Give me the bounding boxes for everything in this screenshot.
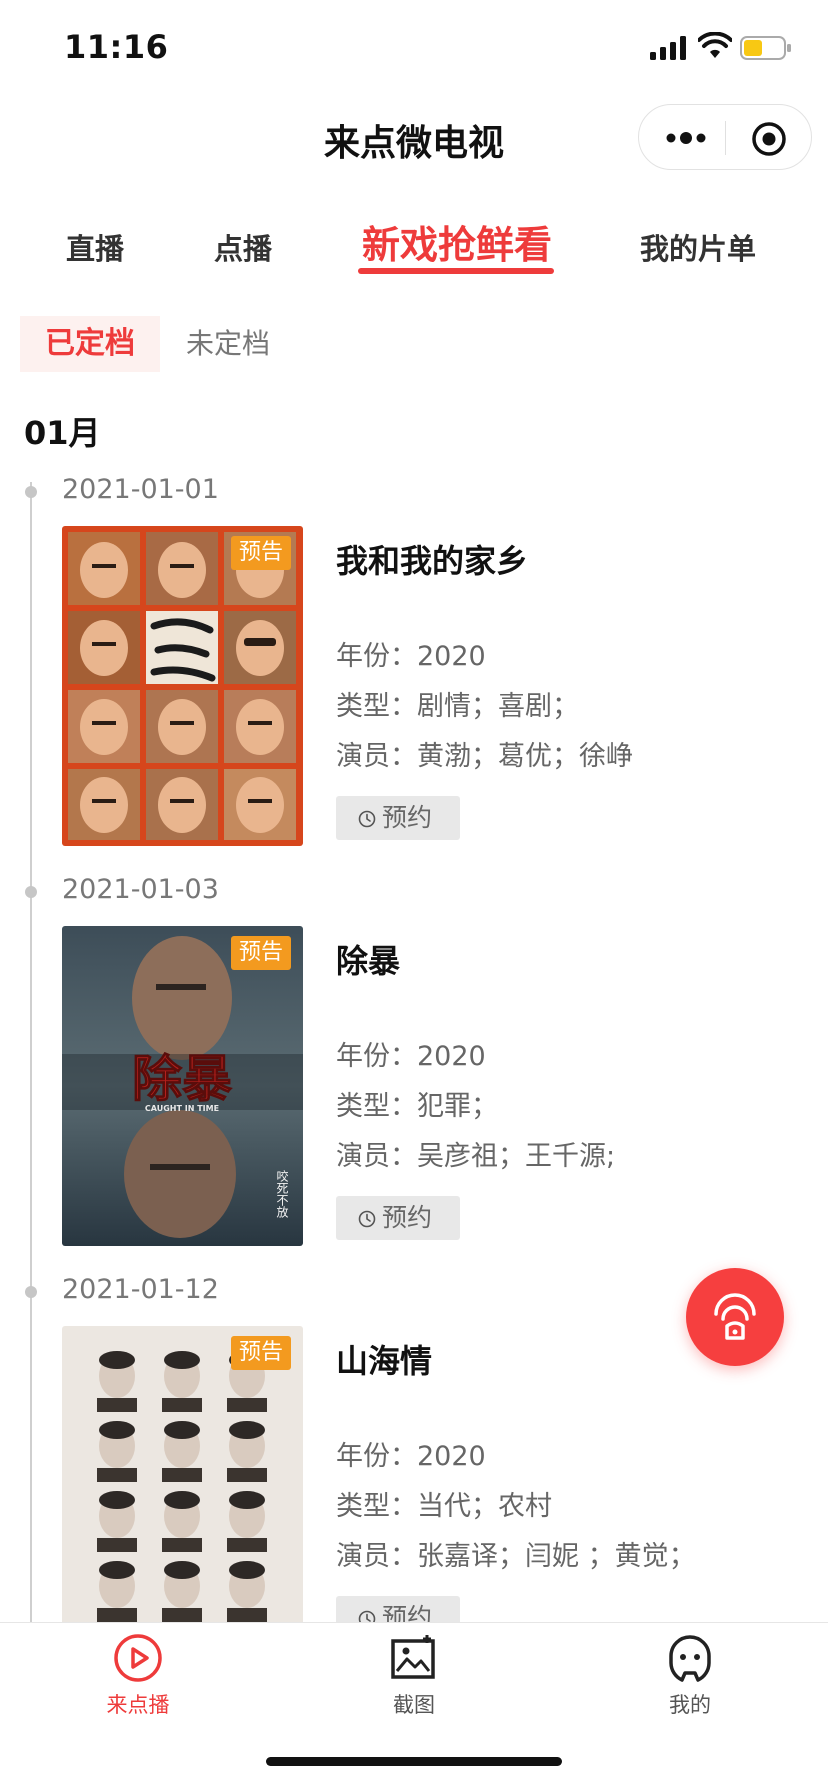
close-target-icon[interactable] bbox=[751, 121, 787, 157]
genre-label: 类型： bbox=[336, 1491, 417, 1522]
nav-item-play[interactable]: 来点播 bbox=[58, 1623, 218, 1733]
status-time: 11:16 bbox=[64, 28, 169, 66]
tab-new-shows[interactable]: 新戏抢鲜看 bbox=[362, 214, 552, 269]
tab-live[interactable]: 直播 bbox=[66, 226, 124, 268]
title-bar: 来点微电视 bbox=[0, 96, 828, 184]
genre-value: 当代；农村 bbox=[417, 1491, 552, 1522]
nav-item-profile[interactable]: 我的 bbox=[610, 1623, 770, 1733]
trailer-tag: 预告 bbox=[230, 936, 291, 970]
cast-to-tv-button[interactable] bbox=[686, 1268, 784, 1366]
cast-label: 演员： bbox=[336, 741, 417, 772]
year-label: 年份： bbox=[336, 1441, 417, 1472]
mini-program-capsule bbox=[638, 104, 812, 170]
month-heading: 01月 bbox=[24, 414, 101, 452]
movie-year: 年份：2020 bbox=[336, 1434, 486, 1473]
year-value: 2020 bbox=[417, 1041, 486, 1072]
reserve-label: 预约 bbox=[382, 1203, 433, 1232]
movie-cast: 演员：张嘉译；闫妮 ；黄觉； bbox=[336, 1534, 696, 1573]
year-label: 年份： bbox=[336, 641, 417, 672]
subtab-unscheduled[interactable]: 未定档 bbox=[186, 316, 270, 372]
cast-label: 演员： bbox=[336, 1541, 417, 1572]
clock-icon bbox=[358, 810, 376, 828]
nav-label: 来点播 bbox=[106, 1693, 170, 1717]
movie-genre: 类型：犯罪； bbox=[336, 1084, 498, 1123]
movie-genre: 类型：当代；农村 bbox=[336, 1484, 552, 1523]
cast-value: 张嘉译；闫妮 ；黄觉； bbox=[417, 1541, 696, 1572]
timeline-dot bbox=[25, 1286, 37, 1298]
movie-title[interactable]: 我和我的家乡 bbox=[336, 536, 528, 582]
genre-label: 类型： bbox=[336, 1091, 417, 1122]
profile-icon bbox=[669, 1635, 711, 1682]
nav-label: 截图 bbox=[393, 1693, 435, 1717]
image-icon bbox=[391, 1635, 435, 1679]
movie-card[interactable]: 除暴 CAUGHT IN TIME 咬死不放 预告 除暴 年份：2020 类型：… bbox=[62, 926, 762, 1246]
more-icon[interactable] bbox=[665, 127, 707, 149]
signal-icon bbox=[650, 36, 686, 60]
year-value: 2020 bbox=[417, 1441, 486, 1472]
movie-card[interactable]: 预告 山海情 年份：2020 类型：当代；农村 演员：张嘉译；闫妮 ；黄觉； 预… bbox=[62, 1326, 762, 1646]
genre-value: 犯罪； bbox=[417, 1091, 498, 1122]
movie-poster[interactable]: 除暴 CAUGHT IN TIME 咬死不放 预告 bbox=[62, 926, 303, 1246]
movie-cast: 演员：吴彦祖；王千源; bbox=[336, 1134, 615, 1173]
capsule-divider bbox=[725, 121, 726, 155]
status-bar: 11:16 bbox=[0, 0, 828, 96]
poster-subtitle: CAUGHT IN TIME bbox=[145, 1104, 219, 1113]
poster-art bbox=[62, 1326, 303, 1646]
tab-my-list[interactable]: 我的片单 bbox=[640, 226, 756, 268]
subtab-scheduled[interactable]: 已定档 bbox=[20, 316, 160, 372]
tab-on-demand[interactable]: 点播 bbox=[214, 226, 272, 268]
trailer-tag: 预告 bbox=[230, 1336, 291, 1370]
timeline-dot bbox=[25, 886, 37, 898]
active-tab-underline bbox=[358, 268, 554, 274]
cast-value: 黄渤；葛优；徐峥 bbox=[417, 741, 633, 772]
movie-poster[interactable]: 预告 bbox=[62, 1326, 303, 1646]
year-value: 2020 bbox=[417, 641, 486, 672]
genre-label: 类型： bbox=[336, 691, 417, 722]
movie-card[interactable]: 预告 我和我的家乡 年份：2020 类型：剧情；喜剧； 演员：黄渤；葛优；徐峥 … bbox=[62, 526, 762, 846]
genre-value: 剧情；喜剧； bbox=[417, 691, 579, 722]
release-date: 2021-01-12 bbox=[62, 1274, 219, 1305]
cast-label: 演员： bbox=[336, 1141, 417, 1172]
movie-genre: 类型：剧情；喜剧； bbox=[336, 684, 579, 723]
movie-title[interactable]: 山海情 bbox=[336, 1336, 432, 1382]
reserve-label: 预约 bbox=[382, 803, 433, 832]
movie-year: 年份：2020 bbox=[336, 1034, 486, 1073]
nav-item-screenshot[interactable]: 截图 bbox=[334, 1623, 494, 1733]
home-indicator bbox=[266, 1757, 562, 1766]
movie-poster[interactable]: 预告 bbox=[62, 526, 303, 846]
poster-art: 除暴 CAUGHT IN TIME 咬死不放 bbox=[62, 926, 303, 1246]
clock-icon bbox=[358, 1210, 376, 1228]
movie-cast: 演员：黄渤；葛优；徐峥 bbox=[336, 734, 633, 773]
year-label: 年份： bbox=[336, 1041, 417, 1072]
poster-slogan: 咬死不放 bbox=[275, 1169, 289, 1218]
page: 11:16 来点微电视 直播 点播 新戏抢鲜看 我的片单 已定档 未定档 01月… bbox=[0, 0, 828, 1792]
reserve-button[interactable]: 预约 bbox=[336, 1196, 460, 1240]
cast-value: 吴彦祖；王千源; bbox=[417, 1141, 616, 1172]
bottom-nav: 来点播 截图 我的 bbox=[0, 1622, 828, 1792]
battery-icon bbox=[740, 36, 791, 60]
timeline-dot bbox=[25, 486, 37, 498]
poster-title: 除暴 bbox=[132, 1050, 232, 1108]
reserve-button[interactable]: 预约 bbox=[336, 796, 460, 840]
release-date: 2021-01-03 bbox=[62, 874, 219, 905]
wifi-icon bbox=[698, 32, 732, 58]
movie-title[interactable]: 除暴 bbox=[336, 936, 400, 982]
main-tabs: 直播 点播 新戏抢鲜看 我的片单 bbox=[0, 210, 828, 280]
timeline-line bbox=[30, 482, 32, 1632]
play-circle-icon bbox=[114, 1634, 162, 1682]
movie-year: 年份：2020 bbox=[336, 634, 486, 673]
cast-icon bbox=[714, 1293, 756, 1340]
nav-label: 我的 bbox=[669, 1693, 711, 1717]
trailer-tag: 预告 bbox=[230, 536, 291, 570]
poster-art bbox=[62, 526, 303, 846]
release-date: 2021-01-01 bbox=[62, 474, 219, 505]
